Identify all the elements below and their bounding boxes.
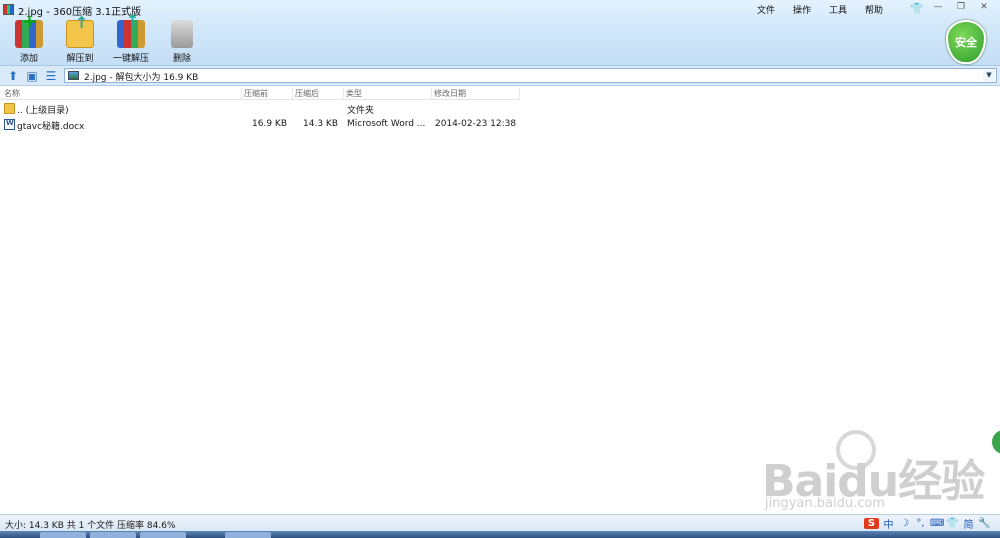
extract-folder-icon [66, 13, 94, 48]
restore-icon[interactable]: ❐ [953, 1, 969, 14]
up-arrow-icon[interactable]: ⬆ [6, 69, 20, 83]
item-date: 2014-02-23 12:38 [435, 119, 517, 129]
column-type-header[interactable]: 类型 [346, 88, 432, 99]
extract-to-label: 解压到 [66, 54, 94, 64]
item-name: .. (上级目录) [17, 106, 69, 116]
item-type: 文件夹 [347, 106, 375, 116]
floating-side-widget[interactable] [992, 430, 1000, 454]
status-text: 大小: 14.3 KB 共 1 个文件 压缩率 84.6% [5, 521, 176, 531]
wrench-icon[interactable]: 🔧 [978, 518, 991, 529]
column-size-after-header[interactable]: 压缩后 [295, 88, 344, 99]
folder-icon [4, 103, 15, 114]
menu-file[interactable]: 文件 [748, 3, 784, 16]
add-archive-icon [15, 11, 43, 48]
taskbar-button[interactable] [90, 532, 136, 538]
menu-bar: 文件 操作 工具 帮助 [748, 3, 892, 16]
one-click-extract-icon [117, 11, 145, 48]
delete-label: 删除 [172, 54, 191, 64]
keyboard-icon[interactable]: ⌨ [930, 518, 944, 529]
os-taskbar [0, 531, 1000, 538]
item-name: gtavc秘籍.docx [17, 122, 85, 132]
skin-icon[interactable]: 👕 [946, 518, 959, 529]
column-name-header[interactable]: 名称 [4, 88, 242, 99]
list-item-file[interactable]: gtavc秘籍.docx 16.9 KB 14.3 KB Microsoft W… [0, 118, 520, 133]
column-size-before-header[interactable]: 压缩前 [244, 88, 293, 99]
image-file-icon [68, 71, 79, 80]
minimize-icon[interactable]: — [930, 1, 946, 14]
taskbar-button[interactable] [140, 532, 186, 538]
extract-to-button[interactable]: 解压到 [57, 13, 103, 64]
one-click-extract-label: 一键解压 [112, 54, 149, 64]
safe-shield-badge[interactable]: 安全 [946, 20, 986, 64]
item-size-before: 16.9 KB [252, 119, 287, 129]
add-label: 添加 [19, 54, 38, 64]
path-text: 2.jpg - 解包大小为 16.9 KB [84, 73, 199, 83]
simplified-icon[interactable]: 简 [962, 516, 975, 531]
delete-button[interactable]: 删除 [159, 20, 205, 64]
sogou-ime-icon[interactable]: S [864, 518, 879, 529]
menu-tools[interactable]: 工具 [820, 3, 856, 16]
taskbar-button[interactable] [225, 532, 271, 538]
chinese-mode-icon[interactable]: 中 [882, 516, 895, 531]
column-date-header[interactable]: 修改日期 [434, 88, 520, 99]
list-view-icon[interactable]: ☰ [44, 69, 58, 83]
ime-toolbar: S 中 ☽ °, ⌨ 👕 简 🔧 [864, 516, 991, 531]
list-item-parent-dir[interactable]: .. (上级目录) 文件夹 [0, 102, 520, 117]
item-size-after: 14.3 KB [303, 119, 338, 129]
moon-half-width-icon[interactable]: ☽ [898, 518, 911, 529]
punctuation-icon[interactable]: °, [914, 518, 927, 529]
add-button[interactable]: 添加 [6, 11, 52, 64]
title-toolbar-area: 2.jpg - 360压缩 3.1正式版 文件 操作 工具 帮助 👕 — ❐ ✕… [0, 0, 1000, 66]
menu-help[interactable]: 帮助 [856, 3, 892, 16]
skin-shirt-icon[interactable]: 👕 [910, 2, 924, 15]
trash-icon [171, 20, 193, 48]
navigation-row: ⬆ ▣ ☰ 2.jpg - 解包大小为 16.9 KB ▼ [0, 66, 1000, 86]
item-type: Microsoft Word ... [347, 119, 426, 129]
watermark-url: jingyan.baidu.com [765, 496, 885, 511]
column-header-row: 名称 压缩前 压缩后 类型 修改日期 [0, 87, 520, 100]
chevron-down-icon[interactable]: ▼ [983, 70, 995, 81]
path-field[interactable]: 2.jpg - 解包大小为 16.9 KB ▼ [64, 68, 997, 83]
taskbar-button[interactable] [40, 532, 86, 538]
close-icon[interactable]: ✕ [976, 1, 992, 14]
status-bar: 大小: 14.3 KB 共 1 个文件 压缩率 84.6% S 中 ☽ °, ⌨… [0, 514, 1000, 531]
menu-operate[interactable]: 操作 [784, 3, 820, 16]
thumbnail-view-icon[interactable]: ▣ [25, 69, 39, 83]
word-doc-icon [4, 119, 15, 130]
one-click-extract-button[interactable]: 一键解压 [108, 11, 154, 64]
app-icon [3, 4, 14, 15]
